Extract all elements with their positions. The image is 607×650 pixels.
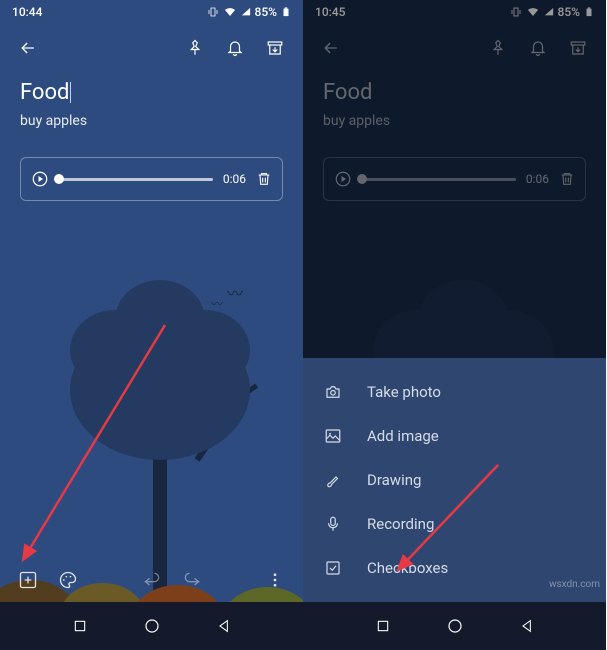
phone-screen-right: 〰 10:45 85% Food buy apples 0:06 Take ph…	[303, 0, 606, 650]
watermark: wsxdn.com	[549, 579, 600, 590]
back-button[interactable]	[8, 38, 48, 58]
note-toolbar	[0, 24, 303, 72]
pin-icon	[186, 39, 204, 57]
pin-button[interactable]	[175, 39, 215, 57]
editor-bottom-bar	[0, 558, 303, 602]
audio-duration: 0:06	[223, 172, 246, 186]
menu-drawing[interactable]: Drawing	[303, 458, 606, 502]
battery-percent: 85%	[255, 5, 277, 19]
play-icon	[31, 170, 49, 188]
overflow-button[interactable]	[255, 571, 295, 589]
menu-label: Take photo	[367, 383, 441, 401]
android-nav-bar	[0, 602, 303, 650]
signal-icon	[241, 6, 251, 18]
menu-label: Drawing	[367, 471, 421, 489]
add-button[interactable]	[8, 570, 48, 590]
home-button[interactable]	[446, 617, 464, 635]
note-content[interactable]: Food buy apples	[0, 72, 303, 137]
overview-button[interactable]	[72, 618, 88, 634]
archive-icon	[266, 39, 284, 57]
audio-player: 0:06	[20, 157, 283, 201]
arrow-back-icon	[18, 38, 38, 58]
bell-icon	[226, 39, 244, 57]
add-menu-sheet: Take photo Add image Drawing Recording C…	[303, 358, 606, 602]
overview-button[interactable]	[375, 618, 391, 634]
reminder-button[interactable]	[215, 39, 255, 57]
plus-box-icon	[18, 570, 38, 590]
trash-icon	[256, 171, 272, 187]
brush-icon	[323, 471, 343, 489]
undo-icon	[142, 570, 162, 590]
back-nav-button[interactable]	[216, 618, 232, 634]
archive-button[interactable]	[255, 39, 295, 57]
checkbox-icon	[323, 559, 343, 577]
wifi-icon	[223, 6, 237, 18]
android-nav-bar	[303, 602, 606, 650]
menu-label: Recording	[367, 515, 434, 533]
redo-button[interactable]	[172, 570, 212, 590]
menu-add-image[interactable]: Add image	[303, 414, 606, 458]
play-button[interactable]	[31, 170, 49, 188]
delete-audio-button[interactable]	[256, 171, 272, 187]
home-button[interactable]	[143, 617, 161, 635]
menu-label: Add image	[367, 427, 439, 445]
more-vert-icon	[266, 571, 284, 589]
palette-icon	[58, 570, 78, 590]
menu-take-photo[interactable]: Take photo	[303, 370, 606, 414]
image-icon	[323, 427, 343, 445]
camera-icon	[323, 383, 343, 401]
theme-button[interactable]	[48, 570, 88, 590]
audio-track[interactable]	[59, 178, 213, 181]
back-nav-button[interactable]	[519, 618, 535, 634]
phone-screen-left: 〰 〰 10:44 85% Food buy apples	[0, 0, 303, 650]
status-time: 10:44	[12, 5, 42, 19]
mic-icon	[323, 515, 343, 533]
menu-recording[interactable]: Recording	[303, 502, 606, 546]
annotation-arrow-left	[0, 310, 195, 580]
redo-icon	[182, 570, 202, 590]
status-bar: 10:44 85%	[0, 0, 303, 24]
menu-label: Checkboxes	[367, 559, 448, 577]
battery-icon	[281, 5, 291, 19]
vibrate-icon	[207, 6, 219, 18]
note-title-input[interactable]: Food	[20, 80, 69, 105]
status-icons: 85%	[207, 5, 291, 19]
note-body-input[interactable]: buy apples	[20, 113, 283, 129]
undo-button[interactable]	[132, 570, 172, 590]
